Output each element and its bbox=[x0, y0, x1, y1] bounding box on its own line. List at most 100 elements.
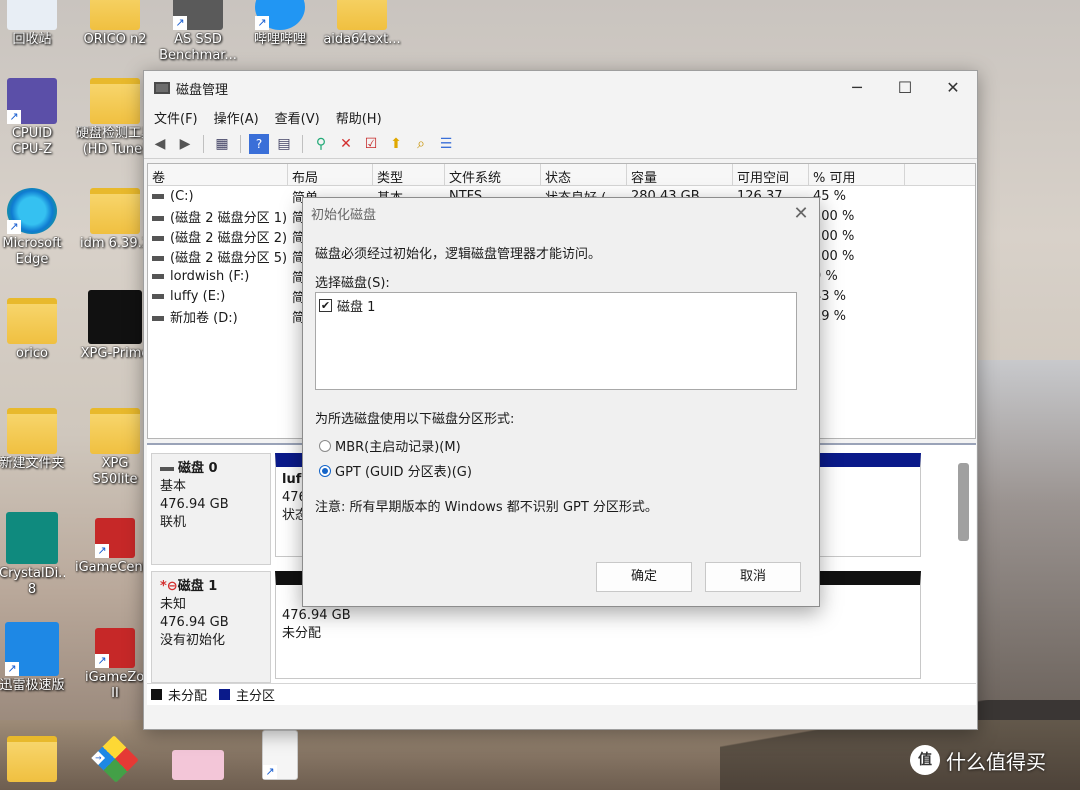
mbr-radio[interactable] bbox=[319, 439, 331, 452]
desktop-icon-aida64[interactable]: aida64ext... bbox=[322, 0, 402, 48]
disk1-label[interactable]: *⊖磁盘 1 未知 476.94 GB 没有初始化 bbox=[151, 571, 271, 683]
column-free[interactable]: 可用空间 bbox=[733, 164, 809, 185]
legend-primary-label: 主分区 bbox=[236, 689, 276, 704]
dialog-note: 注意: 所有早期版本的 Windows 都不识别 GPT 分区形式。 bbox=[315, 500, 658, 515]
delete-icon[interactable]: ✕ bbox=[336, 134, 356, 154]
desktop-icon-recycle-bin[interactable]: 回收站 bbox=[0, 0, 72, 48]
desktop-icon-file-bottom[interactable] bbox=[240, 730, 320, 782]
folder-icon bbox=[337, 0, 387, 30]
column-filesystem[interactable]: 文件系统 bbox=[445, 164, 541, 185]
disk-view-scrollbar[interactable] bbox=[958, 463, 969, 541]
volume-list-header: 卷 布局 类型 文件系统 状态 容量 可用空间 % 可用 bbox=[148, 164, 975, 186]
folder-icon bbox=[90, 408, 140, 454]
minimize-button[interactable]: ─ bbox=[833, 71, 881, 105]
console-tree-icon[interactable]: ▦ bbox=[212, 134, 232, 154]
disk0-name: 磁盘 0 bbox=[178, 461, 218, 476]
mbr-label: MBR(主启动记录)(M) bbox=[335, 440, 461, 455]
toolbar-separator bbox=[240, 134, 241, 153]
window-title: 磁盘管理 bbox=[176, 82, 229, 98]
disk1-size: 476.94 GB bbox=[160, 615, 229, 630]
file-icon bbox=[262, 730, 298, 780]
folder-icon bbox=[7, 298, 57, 344]
disk1-checkbox[interactable]: ✔ bbox=[319, 299, 332, 312]
disk-select-list[interactable]: ✔ 磁盘 1 bbox=[315, 292, 797, 390]
xpg-prime-icon bbox=[88, 290, 142, 344]
column-layout[interactable]: 布局 bbox=[288, 164, 373, 185]
disk1-partition-state: 未分配 bbox=[282, 626, 322, 641]
disk1-state: 没有初始化 bbox=[160, 633, 226, 648]
toolbar: ◀ ▶ ▦ ? ▤ ⚲ ✕ ☑ ⬆ ⌕ ☰ bbox=[144, 129, 977, 159]
desktop-icon-image-bottom[interactable] bbox=[158, 736, 238, 782]
watermark-text: 什么值得买 bbox=[946, 749, 1046, 774]
disk-list-item[interactable]: ✔ 磁盘 1 bbox=[316, 293, 796, 318]
disk0-label[interactable]: 磁盘 0 基本 476.94 GB 联机 bbox=[151, 453, 271, 565]
app-diamond-icon bbox=[91, 735, 139, 783]
folder-icon bbox=[7, 408, 57, 454]
gpt-radio[interactable] bbox=[319, 464, 331, 477]
column-capacity[interactable]: 容量 bbox=[627, 164, 733, 185]
help-icon[interactable]: ? bbox=[249, 133, 269, 154]
dialog-close-icon[interactable]: ✕ bbox=[783, 203, 819, 224]
edge-icon bbox=[7, 188, 57, 234]
mbr-radio-option[interactable]: MBR(主启动记录)(M) bbox=[319, 436, 461, 455]
column-status[interactable]: 状态 bbox=[541, 164, 627, 185]
connect-icon[interactable]: ⚲ bbox=[311, 134, 331, 154]
folder-icon bbox=[90, 0, 140, 30]
cancel-button[interactable]: 取消 bbox=[705, 562, 801, 592]
disk-management-icon bbox=[154, 82, 170, 94]
maximize-button[interactable]: ☐ bbox=[881, 71, 929, 105]
column-type[interactable]: 类型 bbox=[373, 164, 445, 185]
cpuz-icon bbox=[7, 78, 57, 124]
dialog-message: 磁盘必须经过初始化，逻辑磁盘管理器才能访问。 bbox=[315, 247, 602, 262]
disk0-state: 联机 bbox=[160, 515, 187, 530]
close-button[interactable]: ✕ bbox=[929, 71, 977, 105]
column-percent-free[interactable]: % 可用 bbox=[809, 164, 905, 185]
toolbar-separator bbox=[302, 134, 303, 153]
forward-arrow-icon[interactable]: ▶ bbox=[175, 134, 195, 154]
desktop-icon-edge[interactable]: Microsoft Edge bbox=[0, 188, 72, 268]
desktop-icon-folder-bottom[interactable] bbox=[0, 736, 72, 784]
search-icon[interactable]: ⌕ bbox=[411, 134, 431, 154]
column-volume[interactable]: 卷 bbox=[148, 164, 288, 185]
desktop-icon-cpuz[interactable]: CPUID CPU-Z bbox=[0, 78, 72, 158]
watermark: 值 什么值得买 bbox=[910, 745, 1046, 775]
check-icon[interactable]: ☑ bbox=[361, 134, 381, 154]
import-icon[interactable]: ⬆ bbox=[386, 134, 406, 154]
legend-unallocated-label: 未分配 bbox=[168, 689, 208, 704]
folder-icon bbox=[90, 188, 140, 234]
legend-primary-swatch bbox=[219, 689, 231, 700]
desktop-icon-orico[interactable]: orico bbox=[0, 298, 72, 362]
desktop-icon-xunlei[interactable]: 迅雷极速版 bbox=[0, 622, 72, 694]
desktop-icon-crystaldisk[interactable]: CrystalDi... 8 bbox=[0, 512, 72, 598]
menu-view[interactable]: 查看(V) bbox=[275, 108, 320, 127]
legend-unallocated-swatch bbox=[151, 689, 162, 700]
properties-icon[interactable]: ▤ bbox=[274, 134, 294, 154]
menu-file[interactable]: 文件(F) bbox=[154, 108, 198, 127]
recycle-bin-icon bbox=[7, 0, 57, 30]
ok-button[interactable]: 确定 bbox=[596, 562, 692, 592]
menu-action[interactable]: 操作(A) bbox=[214, 108, 259, 127]
bilibili-icon bbox=[255, 0, 305, 30]
wallpaper-mountain bbox=[970, 360, 1080, 720]
desktop-icon-orico-n2[interactable]: ORICO n2 bbox=[75, 0, 155, 48]
back-arrow-icon[interactable]: ◀ bbox=[150, 134, 170, 154]
select-disk-label: 选择磁盘(S): bbox=[315, 276, 390, 291]
desktop-icon-bilibili[interactable]: 哔哩哔哩 bbox=[240, 0, 320, 48]
list-view-icon[interactable]: ☰ bbox=[436, 134, 456, 154]
partition-style-label: 为所选磁盘使用以下磁盘分区形式: bbox=[315, 412, 515, 427]
desktop-icon-new-folder[interactable]: 新建文件夹 bbox=[0, 408, 72, 472]
dialog-title: 初始化磁盘 bbox=[311, 207, 377, 223]
crystaldisk-icon bbox=[6, 512, 58, 564]
window-titlebar: 磁盘管理 ─ ☐ ✕ bbox=[144, 71, 977, 105]
disk1-name: 磁盘 1 bbox=[177, 579, 218, 594]
desktop-icon-as-ssd[interactable]: AS SSD Benchmar... bbox=[158, 0, 238, 64]
disk-icon bbox=[160, 466, 174, 471]
menu-help[interactable]: 帮助(H) bbox=[336, 108, 382, 127]
desktop-icon-app-bottom[interactable] bbox=[75, 735, 155, 784]
folder-icon bbox=[7, 736, 57, 782]
disk0-size: 476.94 GB bbox=[160, 497, 229, 512]
gpt-radio-option[interactable]: GPT (GUID 分区表)(G) bbox=[319, 461, 472, 480]
gpt-label: GPT (GUID 分区表)(G) bbox=[335, 465, 472, 480]
legend: 未分配 主分区 bbox=[147, 683, 976, 705]
as-ssd-icon bbox=[173, 0, 223, 30]
